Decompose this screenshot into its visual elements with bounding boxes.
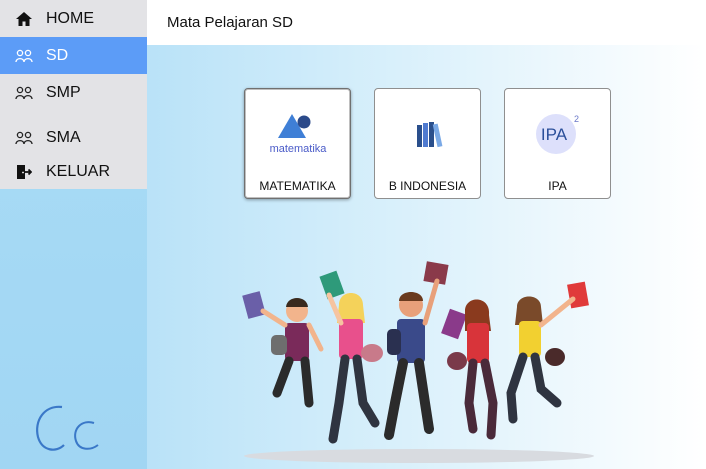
subject-label: MATEMATIKA xyxy=(259,179,336,193)
sidebar-item-sma[interactable]: SMA xyxy=(0,111,147,157)
sidebar-item-label: HOME xyxy=(46,9,94,27)
subject-label: IPA xyxy=(548,179,567,193)
students-icon xyxy=(14,128,34,148)
students-illustration xyxy=(242,261,594,463)
logout-icon xyxy=(14,162,34,182)
ipa-logo-text: IPA xyxy=(540,125,567,144)
sidebar: HOME SD SMP SMA KELUAR xyxy=(0,0,147,469)
main-content: matematika MATEMATIKA B INDONESIA IPA 2 … xyxy=(147,45,706,469)
app-logo xyxy=(36,405,99,451)
home-icon xyxy=(14,9,34,29)
sidebar-item-label: SD xyxy=(46,46,69,64)
sidebar-item-keluar[interactable]: KELUAR xyxy=(0,157,147,189)
books-icon xyxy=(375,103,480,163)
sidebar-item-home[interactable]: HOME xyxy=(0,0,147,37)
students-icon xyxy=(14,46,34,66)
subject-card-matematika[interactable]: matematika MATEMATIKA xyxy=(244,88,351,199)
subject-card-b-indonesia[interactable]: B INDONESIA xyxy=(374,88,481,199)
sidebar-item-smp[interactable]: SMP xyxy=(0,74,147,111)
matematika-logo: matematika xyxy=(245,103,350,163)
sidebar-item-label: SMA xyxy=(46,129,81,146)
sidebar-menu: HOME SD SMP SMA KELUAR xyxy=(0,0,147,189)
matematika-logo-text: matematika xyxy=(269,143,327,155)
subject-label: B INDONESIA xyxy=(388,179,467,193)
subject-card-ipa[interactable]: IPA 2 IPA xyxy=(504,88,611,199)
ipa-logo-superscript: 2 xyxy=(574,114,579,124)
sidebar-item-sd[interactable]: SD xyxy=(0,37,147,74)
sidebar-item-label: SMP xyxy=(46,83,81,101)
sidebar-item-label: KELUAR xyxy=(46,163,111,180)
page-title: Mata Pelajaran SD xyxy=(167,14,293,31)
ipa-logo: IPA 2 xyxy=(505,103,610,163)
page-header: Mata Pelajaran SD xyxy=(147,0,706,45)
students-icon xyxy=(14,83,34,103)
